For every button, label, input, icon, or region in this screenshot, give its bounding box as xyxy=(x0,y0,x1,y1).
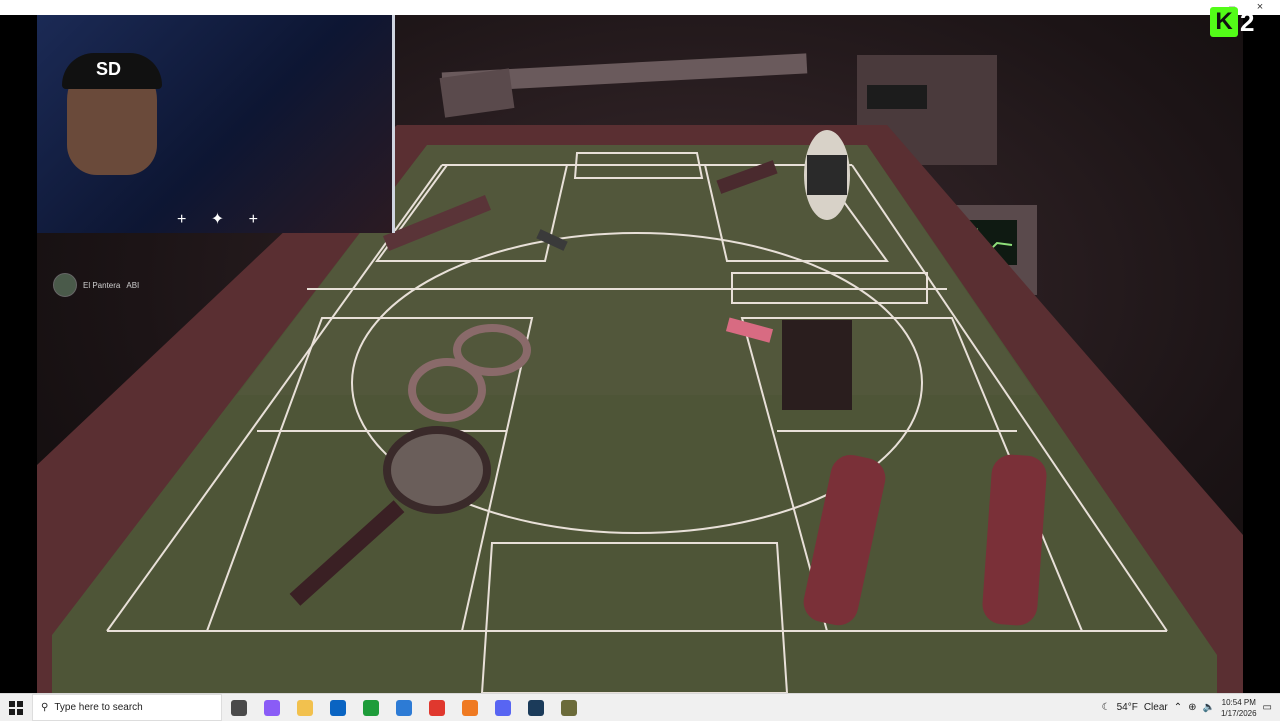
chrome-icon[interactable] xyxy=(420,694,453,721)
windows-icon xyxy=(9,700,23,715)
search-box[interactable]: ⚲ Type here to search xyxy=(32,694,222,721)
avatar xyxy=(53,273,77,297)
clock-date: 1/17/2026 xyxy=(1220,708,1257,718)
radio-display xyxy=(867,85,927,109)
window-titlebar: – × xyxy=(0,0,1280,15)
game-icon-icon[interactable] xyxy=(552,694,585,721)
app-orange-icon[interactable] xyxy=(453,694,486,721)
kick-logo-icon: K xyxy=(1210,7,1238,37)
system-tray: ☾ 54°F Clear ⌃ ⊕ 🔈 10:54 PM 1/17/2026 ▭ xyxy=(1102,694,1280,721)
volume-icon[interactable]: 🔈 xyxy=(1203,702,1215,713)
outlook-icon[interactable] xyxy=(321,694,354,721)
weather-temp: 54°F xyxy=(1116,702,1138,713)
start-button[interactable] xyxy=(0,694,32,721)
kick-logo-number: 2 xyxy=(1240,6,1255,37)
webcam-overlay: SD + ✦ + xyxy=(37,15,395,233)
app-green-icon[interactable] xyxy=(354,694,387,721)
task-view-icon[interactable] xyxy=(222,694,255,721)
cap-icon: SD xyxy=(62,53,162,89)
left-letterbox xyxy=(0,15,37,693)
viewer-name: El Pantera xyxy=(83,280,121,290)
copilot-icon[interactable] xyxy=(255,694,288,721)
search-placeholder: Type here to search xyxy=(54,702,143,713)
viewer-chip: El Pantera ABI xyxy=(53,273,140,297)
game-viewport[interactable]: SD + ✦ + El Pantera ABI xyxy=(37,15,1243,693)
taskbar-apps xyxy=(222,694,585,721)
weather-cond[interactable]: Clear xyxy=(1144,702,1168,713)
magnifying-glass xyxy=(383,426,491,514)
viewer-badge: ABI xyxy=(126,280,140,290)
kick-logo: K 2 xyxy=(1210,4,1266,40)
steam-icon[interactable] xyxy=(519,694,552,721)
right-letterbox xyxy=(1243,15,1280,693)
discord-icon[interactable] xyxy=(486,694,519,721)
cigarette-pack xyxy=(782,320,852,410)
search-icon: ⚲ xyxy=(41,702,49,713)
beer-label xyxy=(807,155,847,195)
chevron-up-icon[interactable]: ⌃ xyxy=(1174,702,1182,713)
notification-icon[interactable]: ▭ xyxy=(1263,702,1272,713)
store-icon[interactable] xyxy=(387,694,420,721)
sparkle-icon: + ✦ + xyxy=(177,211,268,228)
weather-icon: ☾ xyxy=(1101,702,1111,713)
clock[interactable]: 10:54 PM 1/17/2026 xyxy=(1221,697,1257,719)
network-icon[interactable]: ⊕ xyxy=(1188,702,1196,713)
taskbar: ⚲ Type here to search ☾ 54°F Clear ⌃ ⊕ 🔈… xyxy=(0,693,1280,721)
clock-time: 10:54 PM xyxy=(1221,697,1256,707)
file-explorer-icon[interactable] xyxy=(288,694,321,721)
